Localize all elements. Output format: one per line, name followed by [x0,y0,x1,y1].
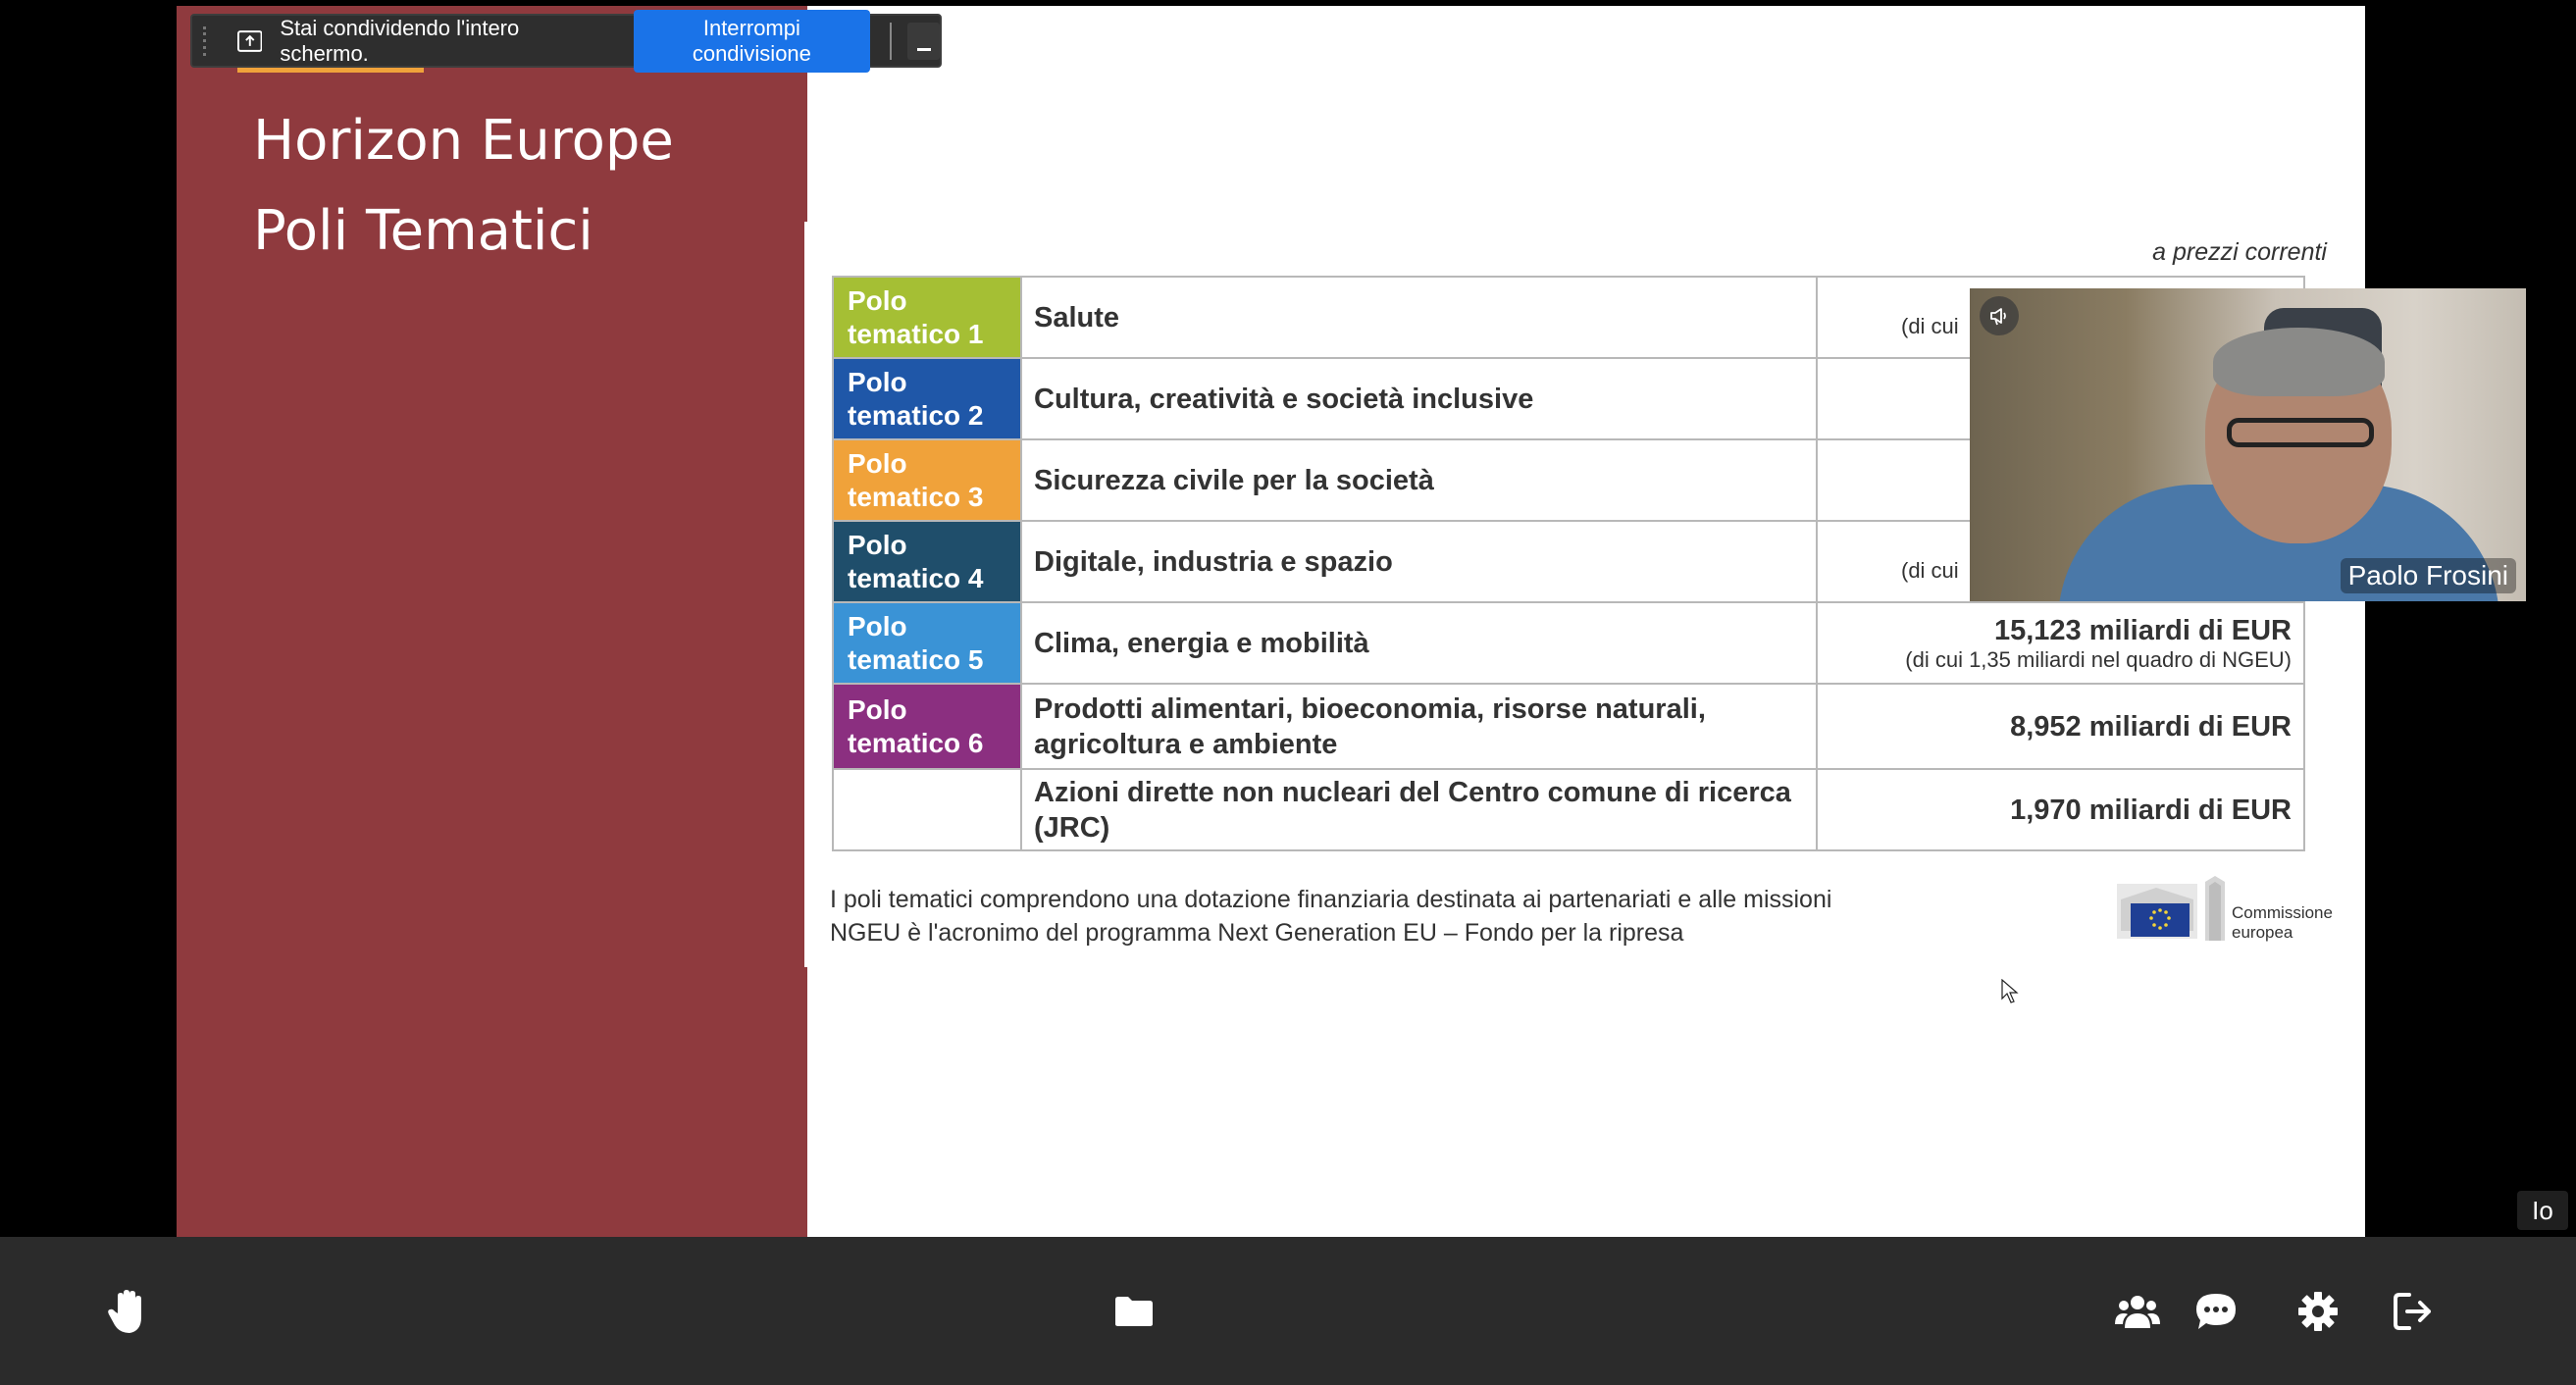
leave-icon [2394,1293,2431,1330]
minimize-share-bar-button[interactable] [906,22,940,60]
settings-button[interactable] [2289,1282,2347,1341]
shared-slide: Horizon Europe Poli Tematici a prezzi co… [177,6,2365,1237]
footnote-line2: NGEU è l'acronimo del programma Next Gen… [830,919,1684,947]
footnote-line1: I poli tematici comprendono una dotazion… [830,886,1832,913]
amount-note: (di cui 1,35 miliardi nel quadro di NGEU… [1905,646,2292,672]
raise-hand-button[interactable] [98,1282,157,1341]
polo-name-cell: Digitale, industria e spazio [1020,520,1818,603]
files-button[interactable] [1105,1282,1163,1341]
screen-share-bar: Stai condividendo l'intero schermo. Inte… [190,9,942,73]
drag-handle-icon[interactable] [198,26,212,56]
polo-tag-cell: Polo tematico 6 [832,683,1022,770]
video-person-glasses [2227,418,2374,447]
amount-value: 1,970 miliardi di EUR [2010,794,2292,826]
polo-name-cell: Prodotti alimentari, bioeconomia, risors… [1020,683,1818,770]
stop-sharing-button[interactable]: Interrompi condivisione [634,9,870,73]
prezzi-note: a prezzi correnti [2152,238,2327,266]
slide-footnote: I poli tematici comprendono una dotazion… [830,883,1831,949]
amount-value: 15,123 miliardi di EUR [1993,614,2292,646]
screen-share-icon [236,29,263,52]
slide-title-line2: Poli Tematici [253,199,593,263]
video-person-hair [2213,328,2385,396]
mouse-cursor-icon [2001,979,2019,1003]
meeting-toolbar [0,1237,2576,1385]
polo-amount-cell: 1,970 miliardi di EUR [1816,768,2305,851]
speaker-indicator-icon [1980,296,2019,335]
table-row: Polo tematico 6 Prodotti alimentari, bioe… [832,683,2305,770]
slide-left-panel: Horizon Europe Poli Tematici [177,6,807,1237]
chat-icon [2196,1294,2236,1329]
polo-name-cell: Cultura, creatività e società inclusive [1020,357,1818,440]
participants-button[interactable] [2108,1282,2167,1341]
polo-tag-cell: Polo tematico 1 [832,276,1022,359]
polo-tag-cell: Polo tematico 3 [832,438,1022,522]
raise-hand-icon [108,1290,141,1333]
participant-name-label: Paolo Frosini [2340,558,2516,593]
slide-divider [804,222,810,967]
leave-meeting-button[interactable] [2384,1282,2443,1341]
ec-building-icon [2205,876,2225,941]
share-status-text: Stai condividendo l'intero schermo. [280,15,520,66]
table-row: Polo tematico 5 Clima, energia e mobilità… [832,601,2305,685]
ec-logo-text: Commissione europea [2232,903,2333,942]
folder-icon [1115,1297,1153,1326]
polo-tag-cell [832,768,1022,851]
self-view-label: Io [2517,1191,2568,1230]
meeting-screen: Horizon Europe Poli Tematici a prezzi co… [0,0,2576,1385]
share-bar-divider [889,22,892,60]
participant-video-tile[interactable]: Paolo Frosini [1970,288,2526,601]
slide-title-line1: Horizon Europe [253,109,674,173]
polo-name-cell: Sicurezza civile per la società [1020,438,1818,522]
chat-button[interactable] [2187,1282,2245,1341]
gear-icon [2298,1292,2338,1331]
european-commission-logo: Commissione europea [2117,874,2362,945]
polo-tag-cell: Polo tematico 4 [832,520,1022,603]
polo-tag-cell: Polo tematico 5 [832,601,1022,685]
eu-flag-icon [2117,884,2197,939]
polo-name-cell: Clima, energia e mobilità [1020,601,1818,685]
polo-name-cell: Azioni dirette non nucleari del Centro c… [1020,768,1818,851]
participants-icon [2115,1296,2160,1328]
polo-amount-cell: 8,952 miliardi di EUR [1816,683,2305,770]
amount-value: 8,952 miliardi di EUR [2010,710,2292,743]
polo-tag-cell: Polo tematico 2 [832,357,1022,440]
polo-amount-cell: 15,123 miliardi di EUR (di cui 1,35 milia… [1816,601,2305,685]
table-row: Azioni dirette non nucleari del Centro c… [832,768,2305,851]
polo-name-cell: Salute [1020,276,1818,359]
